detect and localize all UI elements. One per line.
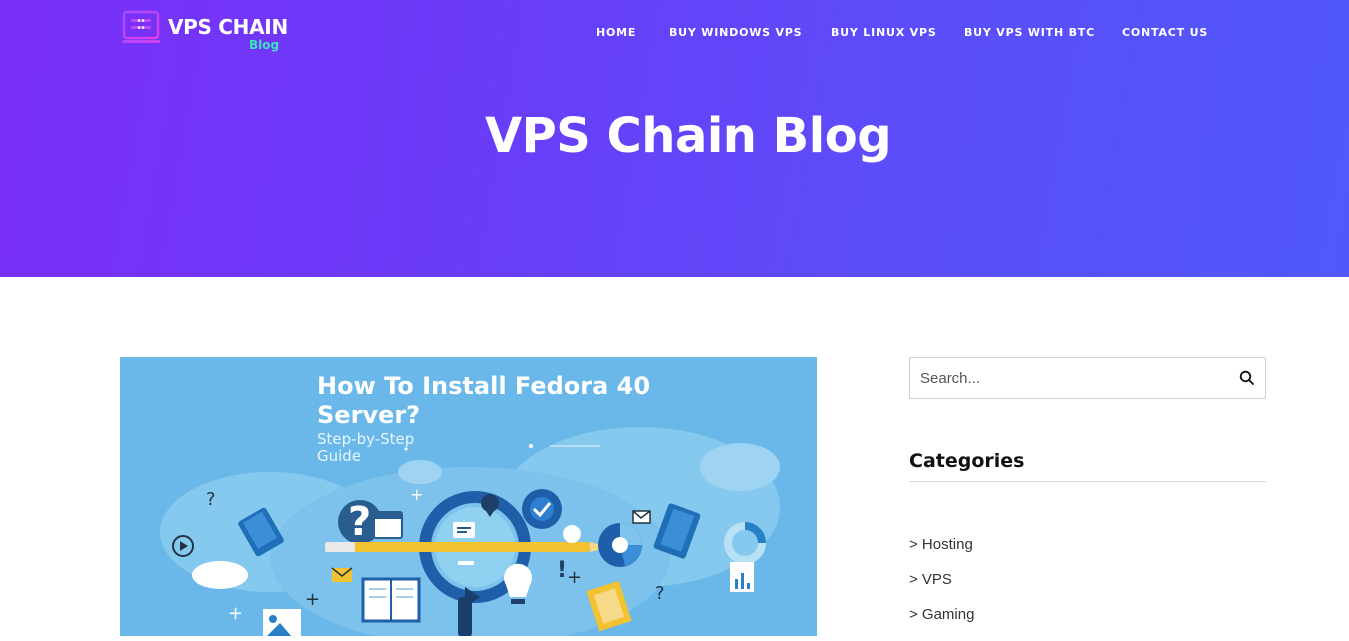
nav-buy-windows-vps[interactable]: BUY WINDOWS VPS — [669, 26, 802, 39]
svg-text:?: ? — [206, 489, 216, 510]
svg-text:?: ? — [655, 583, 665, 604]
categories-heading: Categories — [909, 450, 1025, 472]
nav-buy-linux-vps[interactable]: BUY LINUX VPS — [831, 26, 937, 39]
page-title: VPS Chain Blog — [484, 108, 892, 164]
category-link-vps[interactable]: > VPS — [909, 571, 952, 588]
nav-buy-vps-btc[interactable]: BUY VPS WITH BTC — [964, 26, 1095, 39]
svg-text:+: + — [228, 603, 243, 624]
category-item: > Hosting — [909, 536, 974, 571]
category-link-hosting[interactable]: > Hosting — [909, 536, 973, 553]
main-nav: HOME BUY WINDOWS VPS BUY LINUX VPS BUY V… — [0, 26, 1349, 42]
featured-post-image[interactable]: ? ? + + + + ? ! How To Install Fedora 40… — [120, 357, 817, 636]
categories-list: > Hosting > VPS > Gaming — [909, 536, 974, 641]
categories-divider — [909, 481, 1266, 482]
svg-text:+: + — [567, 567, 582, 588]
featured-post-subtitle: Step-by-Step Guide — [317, 430, 415, 465]
featured-post-title: How To Install Fedora 40 Server? — [317, 372, 651, 429]
svg-text:?: ? — [348, 499, 371, 545]
search-icon[interactable] — [1239, 370, 1255, 386]
category-item: > VPS — [909, 571, 974, 606]
nav-home[interactable]: HOME — [596, 26, 636, 39]
svg-text:+: + — [410, 485, 423, 504]
category-link-gaming[interactable]: > Gaming — [909, 606, 974, 623]
hero-header: VPS CHAIN Blog HOME BUY WINDOWS VPS BUY … — [0, 0, 1349, 277]
search-form — [909, 357, 1266, 399]
search-input[interactable] — [920, 358, 1220, 398]
nav-contact-us[interactable]: CONTACT US — [1122, 26, 1208, 39]
svg-text:!: ! — [557, 558, 567, 583]
svg-text:+: + — [305, 589, 320, 610]
